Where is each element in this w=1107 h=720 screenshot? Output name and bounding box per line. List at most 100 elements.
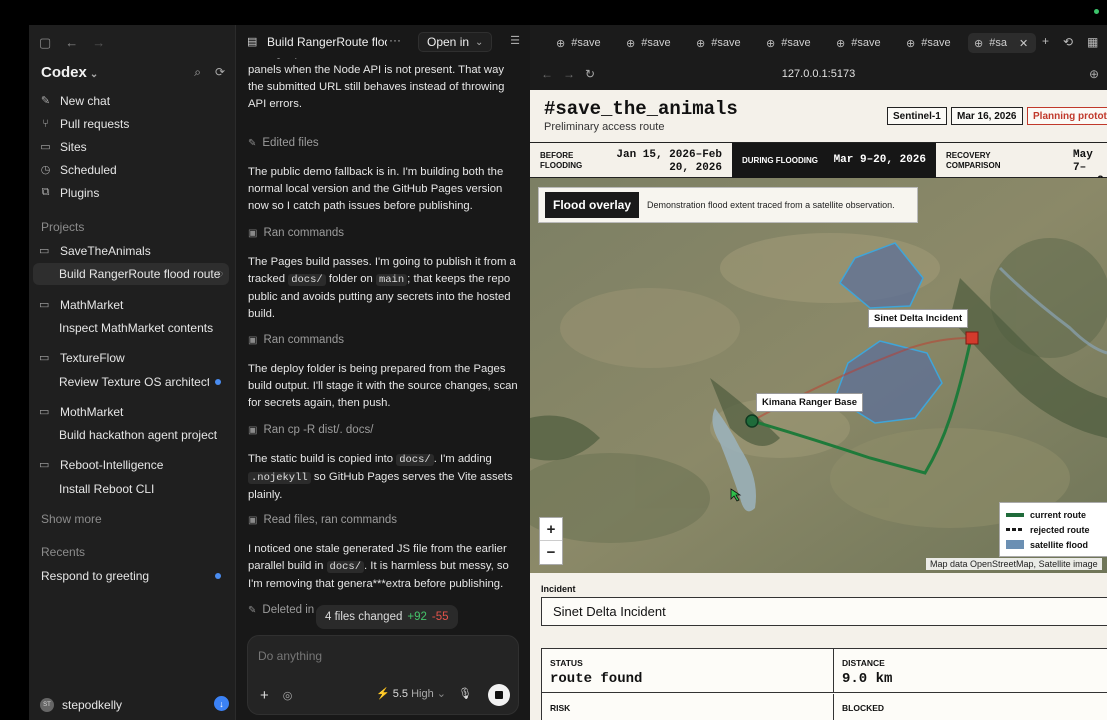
browser-tab[interactable]: ⊕ #save — [620, 33, 671, 53]
new-tab-icon[interactable]: + — [1042, 34, 1049, 48]
browser-tabs: ⊕ #save ⊕ #save ⊕ #save ⊕ #save ⊕ #save ⊕ #sav… — [530, 33, 1107, 53]
new-window-icon[interactable]: ⟳ — [215, 65, 225, 80]
model-selector[interactable]: ⚡ 5.5 High ⌄ — [376, 687, 446, 700]
recent-respond-to-greeting[interactable]: Respond to greeting — [33, 565, 229, 587]
incident-marker[interactable] — [965, 331, 979, 345]
show-more-link[interactable]: Show more — [41, 512, 102, 526]
close-tab-icon[interactable]: ✕ — [1019, 37, 1028, 50]
open-in-button[interactable]: Open in ⌄ — [418, 32, 493, 52]
activity-read-files[interactable]: ▣ Read files, ran commands — [248, 514, 397, 526]
context-icon[interactable]: ◎ — [283, 689, 293, 702]
thread-label: Review Texture OS architecture — [59, 375, 209, 389]
thread-inspect-mathmarket[interactable]: Inspect MathMarket contents — [33, 317, 229, 339]
browser-tab[interactable]: ⊕ #save — [690, 33, 741, 53]
toggle-sidebar-icon[interactable]: ▢ — [39, 35, 51, 51]
message-text: folder on — [325, 273, 376, 285]
composer[interactable]: Do anything + ◎ ⚡ 5.5 High ⌄ 🎙︎ — [247, 635, 519, 715]
flood-map[interactable]: Flood overlay Demonstration flood extent… — [530, 178, 1107, 573]
nav-new-chat[interactable]: ✎ New chat — [39, 89, 229, 112]
activity-ran-commands[interactable]: ▣ Ran commands — [248, 334, 344, 346]
thread-build-rangerroute[interactable]: Build RangerRoute flood route ◌ — [33, 263, 229, 285]
nav-label: Plugins — [60, 185, 100, 200]
ranger-base-marker[interactable] — [745, 414, 759, 428]
period-before-flooding[interactable]: BEFORE FLOODING Jan 15, 2026–Feb 20, 2026 — [530, 143, 732, 178]
activity-label: Ran commands — [263, 227, 344, 239]
incident-select[interactable]: Sinet Delta Incident — [541, 597, 1107, 626]
reload-icon[interactable]: ↻ — [585, 67, 595, 81]
globe-icon: ⊕ — [626, 37, 636, 50]
legend-item: satellite flood — [1006, 537, 1104, 552]
composer-toolbar: + ◎ ⚡ 5.5 High ⌄ 🎙︎ — [260, 684, 510, 706]
thread-build-hackathon[interactable]: Build hackathon agent project — [33, 424, 229, 446]
browser-tab[interactable]: ⊕ #save — [830, 33, 881, 53]
nav-sites[interactable]: ▭ Sites — [39, 135, 229, 158]
legend-label: satellite flood — [1030, 539, 1089, 550]
folder-icon: ▭ — [39, 245, 50, 257]
browser-tab[interactable]: ⊕ #save — [900, 33, 951, 53]
user-profile[interactable]: ST stepodkelly — [40, 698, 122, 712]
stat-blocked: BLOCKED — [834, 694, 1107, 720]
activity-ran-commands[interactable]: ▣ Ran commands — [248, 227, 344, 239]
project-mothmarket[interactable]: ▭ MothMarket — [39, 400, 229, 423]
zoom-control: + − — [539, 517, 563, 565]
project-textureflow[interactable]: ▭ TextureFlow — [39, 346, 229, 369]
period-label: BEFORE FLOODING — [540, 151, 582, 171]
globe-icon: ⊕ — [766, 37, 776, 50]
nav-pull-requests[interactable]: ⑂ Pull requests — [39, 112, 229, 135]
thread-review-texture[interactable]: Review Texture OS architecture — [33, 371, 229, 393]
pencil-icon: ✎ — [248, 604, 257, 616]
project-savetheanimals[interactable]: ▭ SaveTheAnimals — [39, 239, 229, 262]
thread-label: Build hackathon agent project — [59, 428, 218, 442]
browser-tab[interactable]: ⊕ #save — [760, 33, 811, 53]
flood-overlay-toggle[interactable]: Flood overlay — [545, 192, 640, 218]
refresh-tabs-icon[interactable]: ⟲ — [1063, 35, 1073, 49]
browser-tab-active[interactable]: ⊕ #sa ✕ — [968, 33, 1036, 53]
map-attribution: Map data OpenStreetMap, Satellite image — [926, 558, 1102, 570]
sidebar: ▢ ← → Codex ⌄ ⌕ ⟳ ✎ New chat ⑂ Pull request… — [29, 25, 236, 720]
stop-button[interactable] — [488, 684, 510, 706]
browser-navbar: 127.0.0.1:5173 ← → ↻ ⊕ — [530, 65, 1107, 85]
download-update-icon[interactable]: ↓ — [214, 696, 229, 711]
forward-icon[interactable]: → — [92, 35, 105, 51]
browser-tab[interactable]: ⊕ #save — [550, 33, 601, 53]
project-name: MothMarket — [60, 404, 124, 419]
nav-label: Pull requests — [60, 116, 130, 131]
back-icon[interactable]: ← — [65, 35, 78, 51]
chat-title: Build RangerRoute flood route — [267, 35, 387, 49]
folder-icon: ▭ — [39, 406, 50, 418]
forward-icon[interactable]: → — [563, 67, 575, 81]
period-date-line: Jan 15, 2026–Feb — [616, 149, 722, 161]
period-during-flooding[interactable]: DURING FLOODING Mar 9–20, 2026 — [732, 143, 936, 178]
document-icon: ▤ — [247, 36, 258, 48]
nav-label: Scheduled — [60, 162, 117, 177]
search-icon[interactable]: ⌕ — [194, 65, 201, 80]
microphone-icon[interactable]: 🎙︎ — [458, 687, 472, 700]
brand-menu[interactable]: Codex ⌄ — [41, 64, 98, 81]
plugin-icon: ⧉ — [41, 186, 50, 198]
grid-icon[interactable]: ▦ — [1087, 35, 1098, 49]
files-changed-pill[interactable]: 4 files changed +92 -55 — [316, 605, 458, 629]
add-attachment-icon[interactable]: + — [260, 687, 269, 704]
thread-install-reboot[interactable]: Install Reboot CLI — [33, 478, 229, 500]
zoom-in-button[interactable]: + — [540, 518, 562, 541]
inline-code: docs/ — [326, 561, 365, 573]
lines-removed: -55 — [431, 611, 449, 623]
more-options-icon[interactable]: ··· — [389, 33, 401, 47]
terminal-icon: ▣ — [248, 334, 258, 346]
browser-menu-icon[interactable]: ⊕ — [1089, 67, 1099, 81]
nav-plugins[interactable]: ⧉ Plugins — [39, 181, 229, 204]
period-recovery[interactable]: RECOVERYCOMPARISON May 7–2 — [936, 143, 1107, 187]
unread-dot — [215, 379, 221, 385]
nav-scheduled[interactable]: ◷ Scheduled — [39, 158, 229, 181]
composer-input[interactable]: Do anything — [258, 649, 322, 663]
pull-request-icon: ⑂ — [42, 117, 49, 130]
activity-edited-files[interactable]: ✎ Edited files — [248, 137, 319, 149]
activity-ran-cp[interactable]: ▣ Ran cp -R dist/. docs/ — [248, 424, 373, 436]
project-reboot-intelligence[interactable]: ▭ Reboot-Intelligence — [39, 453, 229, 476]
url-bar[interactable]: 127.0.0.1:5173 — [530, 68, 1107, 80]
back-icon[interactable]: ← — [541, 67, 553, 81]
activity-deleted[interactable]: ✎ Deleted in — [248, 604, 314, 616]
zoom-out-button[interactable]: − — [540, 541, 562, 564]
diff-panel-icon[interactable]: ☰ — [510, 34, 520, 47]
project-mathmarket[interactable]: ▭ MathMarket — [39, 293, 229, 316]
